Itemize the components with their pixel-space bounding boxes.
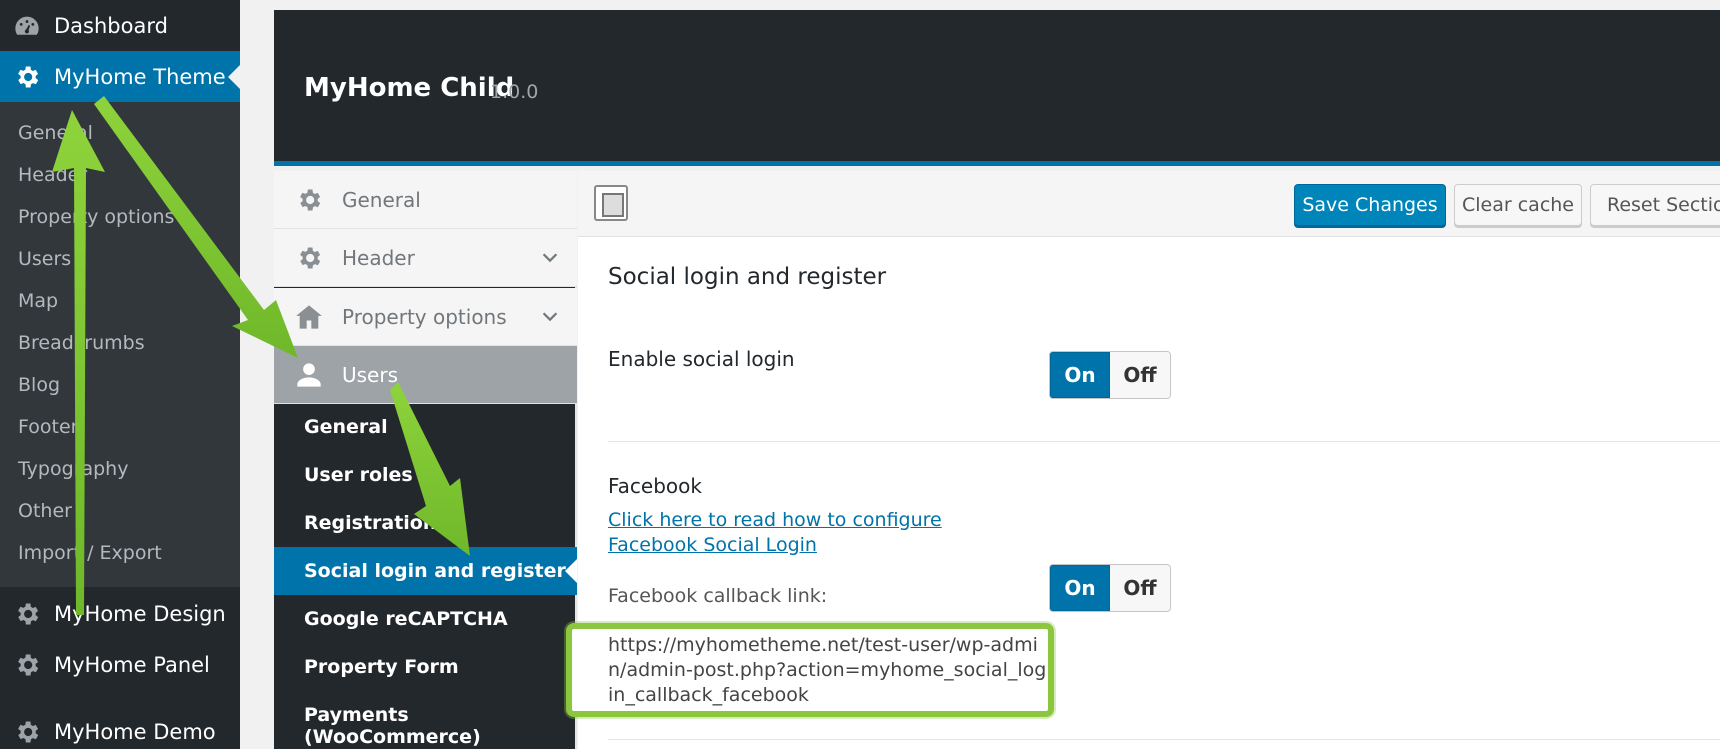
menu-myhome-design-label: MyHome Design [54, 601, 226, 626]
nav-sub-social-login[interactable]: Social login and register [304, 560, 566, 582]
toggle-off[interactable]: Off [1110, 565, 1170, 611]
submenu-blog[interactable]: Blog [18, 374, 60, 396]
submenu-other[interactable]: Other [18, 500, 72, 522]
enable-social-login-label: Enable social login [608, 347, 795, 371]
menu-myhome-panel-label: MyHome Panel [54, 652, 210, 677]
submenu-footer[interactable]: Footer [18, 416, 78, 438]
admin-sidebar: Dashboard MyHome Theme General Header Pr… [0, 0, 240, 749]
nav-sub-property-form[interactable]: Property Form [304, 656, 459, 678]
toggle-on[interactable]: On [1050, 352, 1110, 398]
nav-sub-payments[interactable]: Payments (WooCommerce) [304, 704, 575, 748]
nav-sub-google-recaptcha[interactable]: Google reCAPTCHA [304, 608, 508, 630]
reset-section-button[interactable]: Reset Section [1590, 184, 1720, 226]
layout-toggle-icon[interactable] [594, 185, 628, 221]
submenu-users[interactable]: Users [18, 248, 71, 270]
chevron-down-icon[interactable] [539, 246, 561, 268]
toggle-off[interactable]: Off [1110, 352, 1170, 398]
submenu-breadcrumbs[interactable]: Breadcrumbs [18, 332, 145, 354]
menu-dashboard[interactable]: Dashboard [0, 0, 240, 51]
options-main: Save Changes Clear cache Reset Section S… [566, 171, 1720, 749]
divider [608, 441, 1720, 442]
submenu-general[interactable]: General [18, 122, 93, 144]
facebook-callback-label: Facebook callback link: [608, 585, 828, 607]
gear-icon [294, 243, 324, 273]
nav-sub-registration[interactable]: Registration [304, 512, 436, 534]
submenu-map[interactable]: Map [18, 290, 58, 312]
gear-icon [12, 717, 42, 747]
gear-icon [12, 650, 42, 680]
nav-section-property-options[interactable]: Property options [274, 288, 577, 346]
nav-section-label: Header [342, 245, 415, 270]
gear-icon [12, 62, 42, 92]
submenu-import-export[interactable]: Import / Export [18, 542, 162, 564]
toggle-on[interactable]: On [1050, 565, 1110, 611]
menu-myhome-theme-label: MyHome Theme [54, 64, 226, 89]
nav-section-label: Users [342, 362, 399, 387]
facebook-callback-url[interactable]: https://myhometheme.net/test-user/wp-adm… [608, 633, 1048, 708]
home-icon [294, 302, 324, 332]
submenu-typography[interactable]: Typography [18, 458, 128, 480]
menu-myhome-panel[interactable]: MyHome Panel [0, 639, 240, 690]
menu-myhome-design[interactable]: MyHome Design [0, 588, 240, 639]
myhome-theme-submenu: General Header Property options Users Ma… [0, 102, 240, 587]
nav-section-users[interactable]: Users [274, 346, 577, 404]
menu-myhome-demo-label: MyHome Demo [54, 719, 216, 744]
menu-myhome-demo[interactable]: MyHome Demo [0, 706, 240, 749]
enable-social-login-toggle[interactable]: On Off [1049, 351, 1171, 399]
submenu-property-options[interactable]: Property options [18, 206, 174, 228]
facebook-config-link[interactable]: Click here to read how to configure Face… [608, 508, 1028, 558]
panel-version: 1.0.0 [490, 81, 539, 103]
nav-section-label: Property options [342, 304, 507, 329]
dashboard-icon [12, 11, 42, 41]
menu-dashboard-label: Dashboard [54, 13, 168, 38]
options-nav: General Header Property options Users Ge… [274, 171, 577, 749]
options-panel-header: MyHome Child 1.0.0 [274, 10, 1720, 166]
facebook-login-toggle[interactable]: On Off [1049, 564, 1171, 612]
section-title: Social login and register [608, 264, 887, 290]
nav-sub-user-roles[interactable]: User roles [304, 464, 413, 486]
options-toolbar: Save Changes Clear cache Reset Section [578, 171, 1720, 237]
user-icon [294, 360, 324, 390]
nav-section-general[interactable]: General [274, 171, 577, 229]
panel-title: MyHome Child [304, 73, 515, 103]
gear-icon [12, 599, 42, 629]
clear-cache-button[interactable]: Clear cache [1454, 184, 1582, 226]
nav-section-label: General [342, 187, 421, 212]
save-changes-button[interactable]: Save Changes [1294, 184, 1446, 226]
facebook-label: Facebook [608, 474, 702, 498]
submenu-header[interactable]: Header [18, 164, 87, 186]
chevron-down-icon[interactable] [539, 305, 561, 327]
divider [608, 739, 1720, 740]
nav-sub-general[interactable]: General [304, 416, 388, 438]
nav-section-header[interactable]: Header [274, 229, 577, 287]
menu-myhome-theme[interactable]: MyHome Theme [0, 51, 240, 102]
gear-icon [294, 185, 324, 215]
